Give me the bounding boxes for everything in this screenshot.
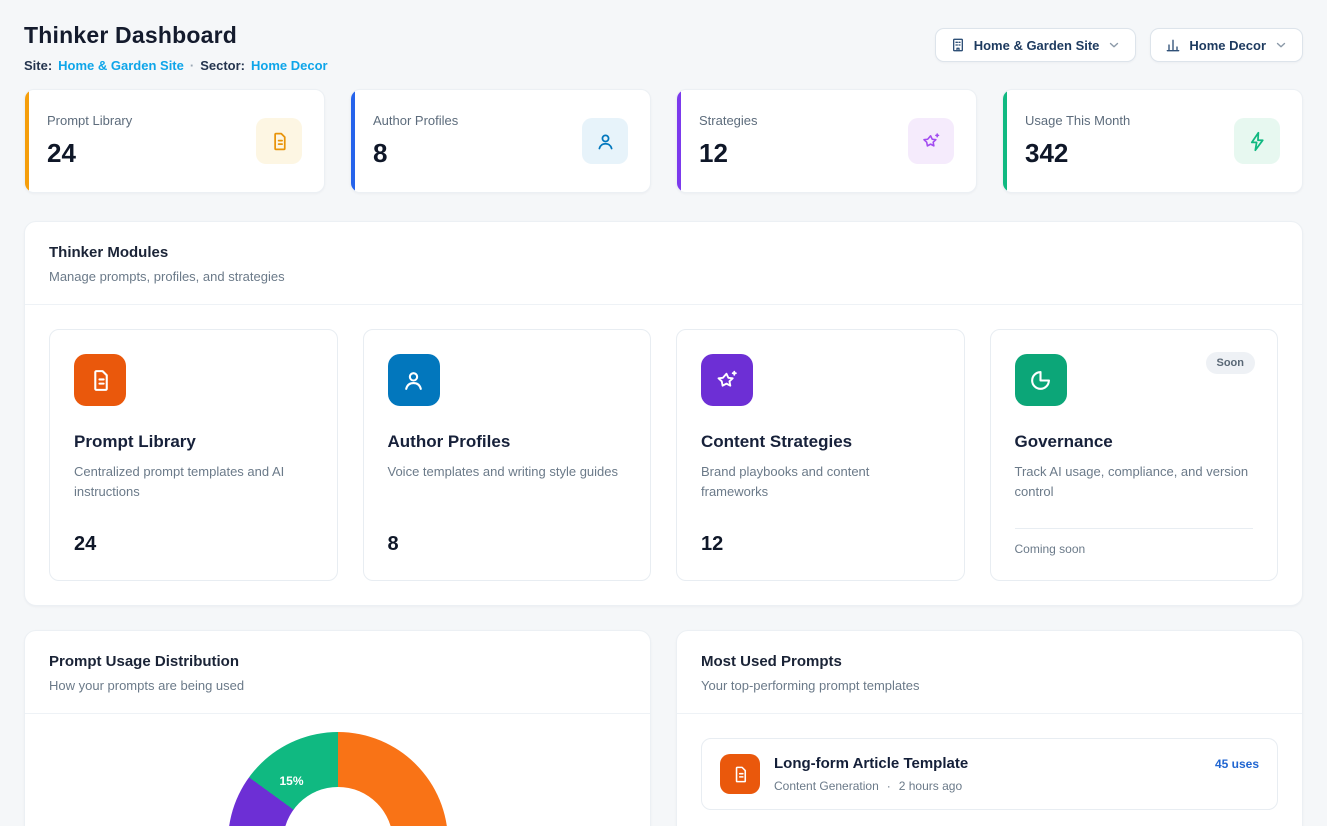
stat-card-prompt-library: Prompt Library 24 [24,89,325,193]
module-title: Content Strategies [701,432,940,452]
sector-link[interactable]: Home Decor [251,58,328,73]
prompt-time: 2 hours ago [899,779,962,793]
site-dropdown[interactable]: Home & Garden Site [935,28,1137,62]
stat-card-usage: Usage This Month 342 [1002,89,1303,193]
document-icon [720,754,760,794]
donut-chart-wrap: 15% [228,732,448,826]
prompts-list: Long-form Article Template Content Gener… [677,714,1302,826]
divider [25,713,650,714]
module-count: 8 [388,533,627,556]
stat-label: Strategies [699,113,758,128]
most-used-title: Most Used Prompts [701,653,1278,670]
module-card-author-profiles[interactable]: Author Profiles Voice templates and writ… [363,329,652,581]
module-description: Brand playbooks and content frameworks [701,462,940,502]
pie-chart-icon [1015,354,1067,406]
module-description: Track AI usage, compliance, and version … [1015,462,1254,502]
most-used-subtitle: Your top-performing prompt templates [701,678,1278,693]
module-card-content-strategies[interactable]: Content Strategies Brand playbooks and c… [676,329,965,581]
building-icon [950,37,966,53]
module-title: Governance [1015,432,1254,452]
chart-subtitle: How your prompts are being used [49,678,626,693]
star-sparkle-icon [701,354,753,406]
document-icon [74,354,126,406]
thinker-modules-panel: Thinker Modules Manage prompts, profiles… [24,221,1303,606]
stat-card-author-profiles: Author Profiles 8 [350,89,651,193]
site-link[interactable]: Home & Garden Site [58,58,184,73]
star-sparkle-icon [908,118,954,164]
module-card-governance[interactable]: Soon Governance Track AI usage, complian… [990,329,1279,581]
stat-value: 8 [373,138,458,169]
stat-card-strategies: Strategies 12 [676,89,977,193]
modules-title: Thinker Modules [49,244,1278,261]
stat-value: 24 [47,138,132,169]
breadcrumb: Site: Home & Garden Site · Sector: Home … [24,58,328,73]
module-title: Prompt Library [74,432,313,452]
bottom-row: Prompt Usage Distribution How your promp… [24,630,1303,826]
separator-dot: · [887,779,891,793]
module-count: 24 [74,533,313,556]
document-icon [256,118,302,164]
uses-count: 45 uses [1215,757,1259,771]
donut-segment-label: 15% [280,774,304,788]
sector-label: Sector: [200,58,245,73]
stat-value: 12 [699,138,758,169]
usage-distribution-card: Prompt Usage Distribution How your promp… [24,630,651,826]
chevron-down-icon [1107,38,1121,52]
site-dropdown-label: Home & Garden Site [974,38,1100,53]
stat-label: Usage This Month [1025,113,1130,128]
prompt-list-item[interactable]: Long-form Article Template Content Gener… [701,738,1278,810]
page-title: Thinker Dashboard [24,22,328,49]
modules-grid: Prompt Library Centralized prompt templa… [25,305,1302,605]
sector-dropdown[interactable]: Home Decor [1150,28,1303,62]
topbar: Thinker Dashboard Site: Home & Garden Si… [24,22,1303,73]
stat-label: Author Profiles [373,113,458,128]
site-label: Site: [24,58,52,73]
module-count: 12 [701,533,940,556]
stat-label: Prompt Library [47,113,132,128]
dashboard-page: Thinker Dashboard Site: Home & Garden Si… [0,0,1327,826]
separator-dot: · [190,58,194,73]
stat-value: 342 [1025,138,1130,169]
divider [1015,528,1254,529]
soon-badge: Soon [1206,352,1256,374]
modules-subtitle: Manage prompts, profiles, and strategies [49,269,1278,284]
lightning-icon [1234,118,1280,164]
bar-chart-icon [1165,37,1181,53]
chart-title: Prompt Usage Distribution [49,653,626,670]
chevron-down-icon [1274,38,1288,52]
module-description: Voice templates and writing style guides [388,462,627,482]
person-icon [582,118,628,164]
module-title: Author Profiles [388,432,627,452]
module-description: Centralized prompt templates and AI inst… [74,462,313,502]
person-icon [388,354,440,406]
sector-dropdown-label: Home Decor [1189,38,1266,53]
prompt-title: Long-form Article Template [774,755,1201,772]
coming-soon-text: Coming soon [1015,542,1254,556]
module-card-prompt-library[interactable]: Prompt Library Centralized prompt templa… [49,329,338,581]
prompt-category: Content Generation [774,779,879,793]
stats-row: Prompt Library 24 Author Profiles 8 Stra… [24,89,1303,193]
most-used-prompts-card: Most Used Prompts Your top-performing pr… [676,630,1303,826]
